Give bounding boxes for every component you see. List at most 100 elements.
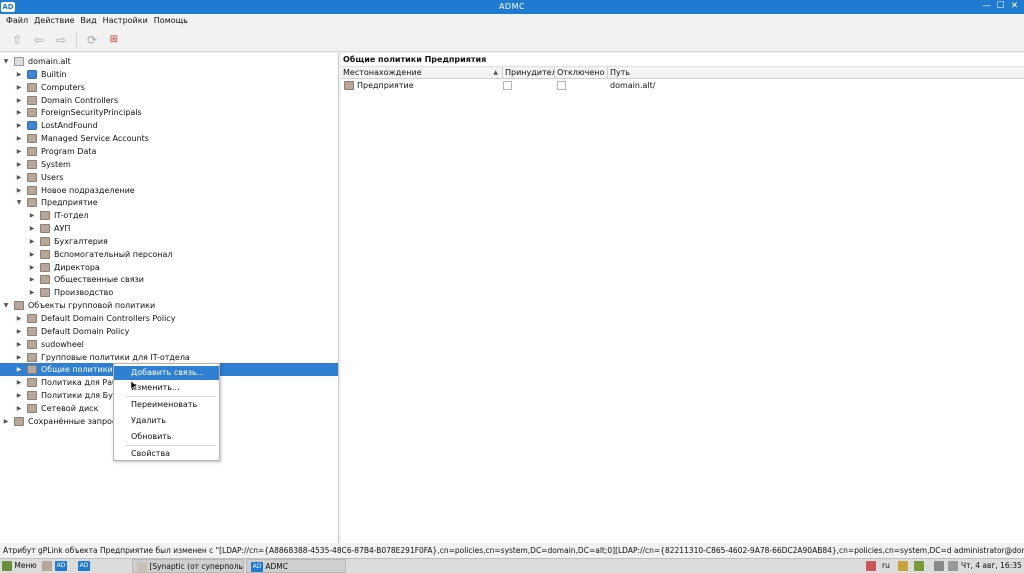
clock[interactable]: Чт, 4 авг, 16:35 <box>961 559 1022 573</box>
tree-item[interactable]: ▶ Managed Service Accounts <box>0 132 338 145</box>
tree-item[interactable]: ▶ Users <box>0 171 338 184</box>
column-disabled[interactable]: Отключено <box>555 67 608 79</box>
up-icon[interactable]: ⇧ <box>8 31 26 49</box>
tree-item[interactable]: ▶ Групповые политики для IT-отдела <box>0 351 338 364</box>
folder-icon <box>27 365 37 375</box>
expanded-arrow-icon[interactable]: ▼ <box>15 196 23 209</box>
menu-help[interactable]: Помощь <box>151 14 191 28</box>
menu-action[interactable]: Действие <box>31 14 77 28</box>
collapsed-arrow-icon[interactable]: ▶ <box>15 94 23 107</box>
collapsed-arrow-icon[interactable]: ▶ <box>15 389 23 402</box>
close-button[interactable]: ✕ <box>1009 1 1020 12</box>
collapsed-arrow-icon[interactable]: ▶ <box>15 184 23 197</box>
disabled-checkbox[interactable] <box>557 81 566 90</box>
collapsed-arrow-icon[interactable]: ▶ <box>28 261 36 274</box>
taskbar-item-synaptic[interactable]: [Synaptic (от суперполь... <box>132 559 244 573</box>
ctx-add-link[interactable]: Добавить связь... <box>114 366 219 380</box>
collapsed-arrow-icon[interactable]: ▶ <box>15 402 23 415</box>
admc-launcher-2[interactable]: AD <box>78 559 90 573</box>
tree-item[interactable]: ▶ ForeignSecurityPrincipals <box>0 106 338 119</box>
admc-launcher[interactable]: AD <box>55 559 67 573</box>
tree-item-label: Default Domain Controllers Policy <box>41 314 176 323</box>
tree-item[interactable]: ▶ Вспомогательный персонал <box>0 248 338 261</box>
folder-icon <box>40 249 50 259</box>
tray-volume-icon[interactable] <box>934 559 944 573</box>
table-row[interactable]: Предприятие domain.alt/ <box>341 79 1024 92</box>
ctx-delete[interactable]: Удалить <box>114 414 219 428</box>
manual-icon[interactable]: ⊞ <box>105 31 123 49</box>
tree-item[interactable]: ▼ Объекты групповой политики <box>0 299 338 312</box>
tree-item[interactable]: ▼ Предприятие <box>0 196 338 209</box>
menu-view[interactable]: Вид <box>77 14 99 28</box>
tray-power-icon[interactable] <box>948 559 958 573</box>
tree-item[interactable]: ▶ Default Domain Policy <box>0 325 338 338</box>
tree-item[interactable]: ▶ LostAndFound <box>0 119 338 132</box>
column-location[interactable]: Местонахождение ▲ <box>341 67 503 79</box>
tree-item[interactable]: ▶ Директора <box>0 261 338 274</box>
collapsed-arrow-icon[interactable]: ▶ <box>15 338 23 351</box>
column-enforced[interactable]: Принудитель <box>503 67 555 79</box>
enforced-checkbox[interactable] <box>503 81 512 90</box>
tree-item[interactable]: ▶ IT-отдел <box>0 209 338 222</box>
forward-icon[interactable]: ⇨ <box>52 31 70 49</box>
start-menu-button[interactable]: Меню <box>2 559 37 573</box>
ctx-rename[interactable]: Переименовать <box>114 398 219 412</box>
collapsed-arrow-icon[interactable]: ▶ <box>28 209 36 222</box>
folder-icon <box>27 339 37 349</box>
collapsed-arrow-icon[interactable]: ▶ <box>28 235 36 248</box>
tray-calendar-icon[interactable] <box>866 559 876 573</box>
collapsed-arrow-icon[interactable]: ▶ <box>15 312 23 325</box>
console-tree[interactable]: ▼ domain.alt ▶ Builtin ▶ Computers ▶ Domain Con… <box>0 53 339 543</box>
menu-settings[interactable]: Настройки <box>100 14 151 28</box>
ctx-properties[interactable]: Свойства <box>114 447 219 461</box>
collapsed-arrow-icon[interactable]: ▶ <box>15 145 23 158</box>
tree-item[interactable]: ▶ Computers <box>0 81 338 94</box>
collapsed-arrow-icon[interactable]: ▶ <box>15 119 23 132</box>
collapsed-arrow-icon[interactable]: ▶ <box>28 248 36 261</box>
tree-item[interactable]: ▶ Program Data <box>0 145 338 158</box>
collapsed-arrow-icon[interactable]: ▶ <box>15 171 23 184</box>
file-manager-launcher[interactable] <box>42 559 52 573</box>
tray-updates-icon[interactable] <box>914 559 924 573</box>
folder-icon <box>27 172 37 182</box>
collapsed-arrow-icon[interactable]: ▶ <box>15 325 23 338</box>
collapsed-arrow-icon[interactable]: ▶ <box>15 363 23 376</box>
maximize-button[interactable]: ☐ <box>995 1 1006 12</box>
tree-item[interactable]: ▶ Общественные связи <box>0 273 338 286</box>
minimize-button[interactable]: — <box>981 1 992 12</box>
back-icon[interactable]: ⇦ <box>30 31 48 49</box>
tree-item[interactable]: ▶ Производство <box>0 286 338 299</box>
collapsed-arrow-icon[interactable]: ▶ <box>15 158 23 171</box>
tree-item[interactable]: ▶ Default Domain Controllers Policy <box>0 312 338 325</box>
tree-item[interactable]: ▶ АУП <box>0 222 338 235</box>
ctx-edit[interactable]: Изменить... <box>114 381 219 395</box>
collapsed-arrow-icon[interactable]: ▶ <box>28 286 36 299</box>
collapsed-arrow-icon[interactable]: ▶ <box>15 351 23 364</box>
collapsed-arrow-icon[interactable]: ▶ <box>15 376 23 389</box>
tree-item[interactable]: ▶ Builtin <box>0 68 338 81</box>
collapsed-arrow-icon[interactable]: ▶ <box>15 132 23 145</box>
tree-item[interactable]: ▶ Бухгалтерия <box>0 235 338 248</box>
keyboard-layout[interactable]: ru <box>882 559 890 573</box>
tree-item[interactable]: ▶ System <box>0 158 338 171</box>
expanded-arrow-icon[interactable]: ▼ <box>2 55 10 68</box>
taskbar-item-admc[interactable]: AD ADMC <box>246 559 346 573</box>
collapsed-arrow-icon[interactable]: ▶ <box>28 273 36 286</box>
collapsed-arrow-icon[interactable]: ▶ <box>28 222 36 235</box>
collapsed-arrow-icon[interactable]: ▶ <box>2 415 10 428</box>
ctx-refresh[interactable]: Обновить <box>114 430 219 444</box>
tree-item[interactable]: ▶ Domain Controllers <box>0 94 338 107</box>
tray-network-icon[interactable] <box>898 559 908 573</box>
tree-item[interactable]: ▶ sudowheel <box>0 338 338 351</box>
column-path[interactable]: Путь <box>608 67 1024 79</box>
collapsed-arrow-icon[interactable]: ▶ <box>15 81 23 94</box>
expanded-arrow-icon[interactable]: ▼ <box>2 299 10 312</box>
tree-item[interactable]: ▶ Новое подразделение <box>0 184 338 197</box>
row-location: Предприятие <box>357 81 414 90</box>
tree-item[interactable]: ▼ domain.alt <box>0 55 338 68</box>
folder-icon <box>40 236 50 246</box>
collapsed-arrow-icon[interactable]: ▶ <box>15 68 23 81</box>
refresh-icon[interactable]: ⟳ <box>83 31 101 49</box>
menu-file[interactable]: Файл <box>3 14 31 28</box>
collapsed-arrow-icon[interactable]: ▶ <box>15 106 23 119</box>
